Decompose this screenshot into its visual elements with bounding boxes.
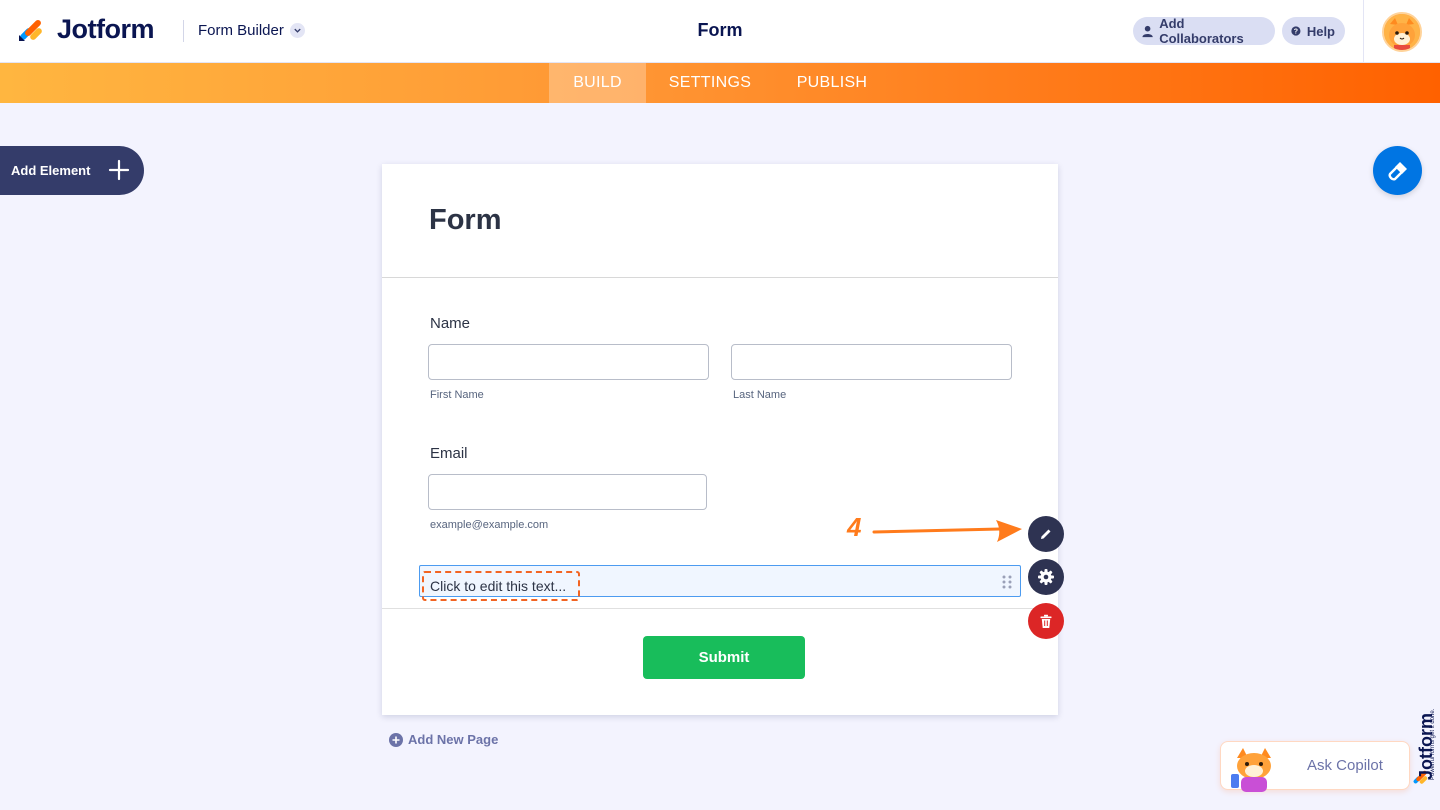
user-icon [1142, 25, 1153, 37]
ask-copilot-label: Ask Copilot [1307, 757, 1383, 774]
element-properties-button[interactable] [1028, 559, 1064, 595]
last-name-sublabel: Last Name [733, 389, 787, 401]
name-field-label[interactable]: Name [430, 315, 470, 332]
side-brand-tagline: Powerful forms get it done. [1430, 708, 1436, 780]
add-new-page-label: Add New Page [408, 732, 499, 747]
tab-build[interactable]: BUILD [549, 63, 646, 103]
add-collaborators-button[interactable]: Add Collaborators [1133, 16, 1275, 46]
delete-element-button[interactable] [1028, 603, 1064, 639]
paragraph-text[interactable]: Click to edit this text... [422, 571, 580, 601]
jotform-logo-icon [19, 19, 42, 41]
annotation-step-number: 4 [847, 512, 862, 542]
form-builder-label: Form Builder [198, 22, 284, 39]
annotation-arrow-icon [872, 520, 1022, 542]
trash-icon [1040, 614, 1052, 628]
help-label: Help [1306, 23, 1335, 39]
paragraph-element[interactable]: Click to edit this text... [419, 565, 1021, 601]
help-icon: ? [1291, 26, 1301, 36]
edit-element-button[interactable] [1028, 516, 1064, 552]
user-avatar[interactable] [1382, 12, 1422, 52]
first-name-input[interactable] [428, 344, 709, 380]
gear-icon [1038, 569, 1054, 585]
add-element-label: Add Element [11, 163, 91, 178]
pencil-icon [1041, 529, 1051, 539]
svg-text:?: ? [1294, 28, 1298, 35]
paint-roller-icon [1387, 161, 1407, 181]
copilot-mascot-icon [1231, 748, 1271, 792]
plus-icon [108, 159, 130, 181]
email-sublabel: example@example.com [430, 519, 549, 531]
last-name-input[interactable] [731, 344, 1012, 380]
tab-settings[interactable]: SETTINGS [656, 63, 764, 103]
brand-name: Jotform [57, 14, 155, 44]
form-card: Form Name First Name Last Name Email exa… [382, 164, 1058, 715]
form-builder-menu[interactable]: Form Builder [198, 22, 305, 39]
header-divider [183, 20, 184, 42]
form-designer-button[interactable] [1373, 146, 1422, 195]
heading-separator [382, 277, 1058, 278]
add-collaborators-label: Add Collaborators [1159, 16, 1244, 46]
jotform-logo[interactable]: Jotform [17, 14, 155, 45]
plus-circle-icon [389, 732, 403, 747]
form-name-title[interactable]: Form [698, 20, 743, 40]
cat-avatar-icon [1384, 14, 1420, 50]
add-element-button[interactable]: Add Element [0, 146, 144, 195]
top-header: Jotform Form Builder Form Add Collaborat… [0, 0, 1440, 63]
email-input[interactable] [428, 474, 707, 510]
email-field-label[interactable]: Email [430, 445, 468, 462]
submit-button[interactable]: Submit [643, 636, 805, 679]
help-button[interactable]: ? Help [1282, 17, 1345, 45]
header-divider-right [1363, 0, 1364, 63]
form-heading[interactable]: Form [429, 204, 502, 237]
ask-copilot-button[interactable]: Ask Copilot [1220, 741, 1410, 792]
drag-handle-icon[interactable] [1002, 575, 1012, 589]
tab-publish[interactable]: PUBLISH [784, 63, 880, 103]
submit-separator [382, 608, 1058, 609]
builder-nav-bar: BUILD SETTINGS PUBLISH [0, 63, 1440, 103]
add-new-page-button[interactable]: Add New Page [389, 732, 498, 747]
first-name-sublabel: First Name [430, 389, 484, 401]
chevron-down-icon [289, 23, 305, 38]
